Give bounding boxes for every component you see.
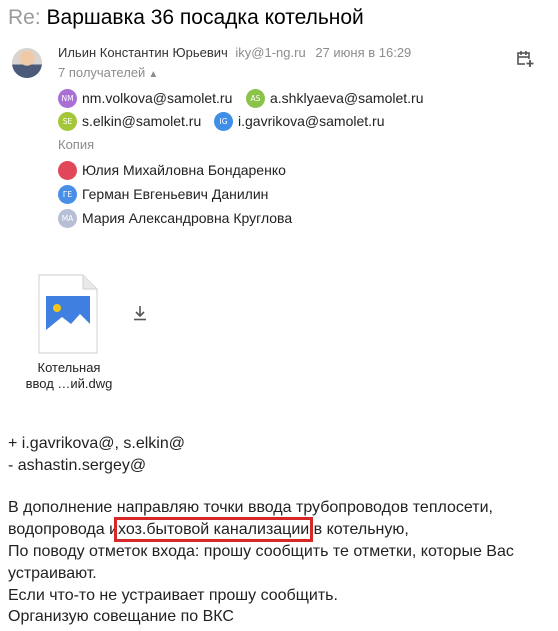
body-text-segment: водопровода и	[8, 521, 119, 538]
attachment-name-line2: ввод …ий.dwg	[25, 376, 113, 391]
recipient-avatar: AS	[246, 88, 265, 108]
cc-avatar: МА	[58, 208, 77, 228]
recipient-a-shklyaeva[interactable]: AS a.shklyaeva@samolet.ru	[246, 88, 424, 108]
subject-title: Варшавка 36 посадка котельной	[46, 6, 364, 29]
download-icon[interactable]	[132, 305, 148, 321]
recipients-count: 7 получателей	[58, 65, 146, 80]
cc-kruglova[interactable]: МА Мария Александровна Круглова	[58, 208, 292, 228]
sender-avatar[interactable]	[12, 48, 42, 78]
body-line-remove: - ashastin.sergey@	[8, 457, 147, 474]
body-paragraph-1-line2: водопровода ихоз.бытовой канализации в к…	[8, 517, 409, 542]
body-paragraph-2-line1: По поводу отметок входа: прошу сообщить …	[8, 543, 514, 560]
cc-bondarenko[interactable]: Юлия Михайловна Бондаренко	[58, 160, 286, 180]
cc-danilin[interactable]: ГЕ Герман Евгеньевич Данилин	[58, 184, 268, 204]
image-file-icon[interactable]	[38, 274, 98, 354]
recipient-i-gavrikova[interactable]: IG i.gavrikova@samolet.ru	[214, 111, 385, 131]
cc-avatar	[58, 160, 77, 180]
sender-email[interactable]: iky@1-ng.ru	[235, 45, 305, 60]
email-subject: Re: Варшавка 36 посадка котельной	[8, 5, 364, 31]
recipient-avatar: NM	[58, 88, 77, 108]
recipient-email: nm.volkova@samolet.ru	[82, 90, 233, 106]
recipient-email: i.gavrikova@samolet.ru	[238, 113, 385, 129]
body-paragraph-1-line1: В дополнение направляю точки ввода трубо…	[8, 499, 493, 516]
cc-avatar: ГЕ	[58, 184, 77, 204]
body-paragraph-3: Если что-то не устраивает прошу сообщить…	[8, 587, 338, 604]
cc-name: Мария Александровна Круглова	[82, 210, 293, 226]
sent-date: 27 июня в 16:29	[315, 45, 412, 60]
cc-name: Юлия Михайловна Бондаренко	[82, 162, 286, 178]
attachment-name-line1: Котельная	[37, 360, 101, 375]
body-text-segment: в котельную,	[313, 521, 409, 538]
recipient-avatar: IG	[214, 111, 233, 131]
sender-info: Ильин Константин Юрьевич iky@1-ng.ru 27 …	[58, 44, 411, 62]
cc-name: Герман Евгеньевич Данилин	[82, 186, 269, 202]
calendar-add-icon[interactable]	[516, 50, 534, 68]
copy-label: Копия	[58, 137, 95, 152]
recipient-email: s.elkin@samolet.ru	[82, 113, 202, 129]
reply-prefix: Re:	[8, 6, 41, 29]
recipient-email: a.shklyaeva@samolet.ru	[270, 90, 424, 106]
attachment-name[interactable]: Котельная ввод …ий.dwg	[14, 360, 124, 392]
recipients-toggle[interactable]: 7 получателей ▲	[58, 64, 158, 84]
body-line-add: + i.gavrikova@, s.elkin@	[8, 435, 185, 452]
recipient-nm-volkova[interactable]: NM nm.volkova@samolet.ru	[58, 88, 232, 108]
recipient-s-elkin[interactable]: SE s.elkin@samolet.ru	[58, 111, 201, 131]
highlighted-text: хоз.бытовой канализации	[114, 517, 314, 542]
sender-name[interactable]: Ильин Константин Юрьевич	[58, 45, 228, 60]
recipient-avatar: SE	[58, 111, 77, 131]
chevron-up-icon: ▲	[148, 69, 159, 80]
body-paragraph-2-line2: устраивают.	[8, 565, 97, 582]
body-paragraph-4: Организую совещание по ВКС	[8, 608, 234, 625]
